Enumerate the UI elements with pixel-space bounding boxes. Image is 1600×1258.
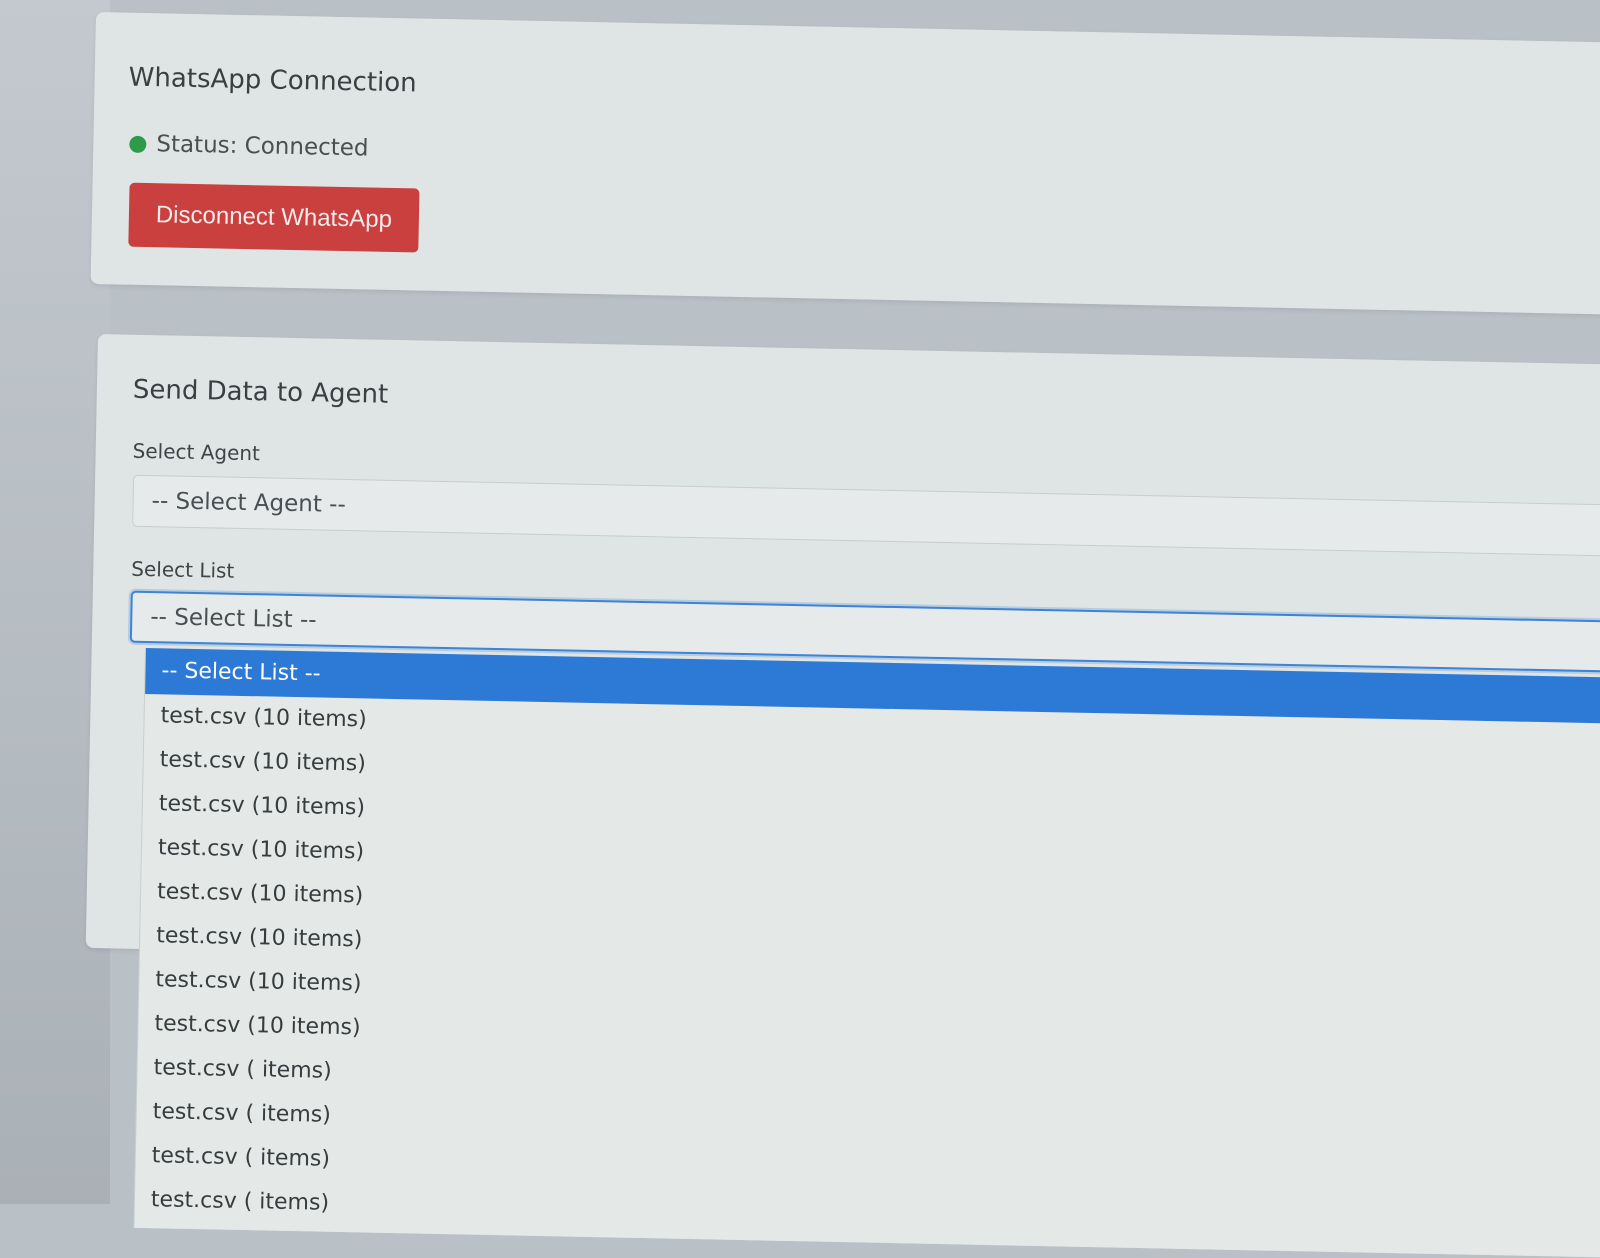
select-agent-label: Select Agent (132, 438, 261, 466)
select-list-label: Select List (131, 556, 235, 583)
send-card-title: Send Data to Agent (132, 374, 389, 410)
select-list-options: -- Select List -- test.csv (10 items) te… (134, 648, 1600, 1258)
connection-status: Status: Connected (129, 131, 369, 162)
select-agent-dropdown[interactable]: -- Select Agent -- (132, 474, 1600, 557)
disconnect-whatsapp-button[interactable]: Disconnect WhatsApp (128, 182, 420, 253)
status-text: Status: Connected (156, 131, 369, 162)
whatsapp-connection-card: WhatsApp Connection Status: Connected Di… (90, 12, 1600, 315)
status-dot-icon (129, 135, 147, 153)
whatsapp-card-title: WhatsApp Connection (128, 62, 417, 99)
